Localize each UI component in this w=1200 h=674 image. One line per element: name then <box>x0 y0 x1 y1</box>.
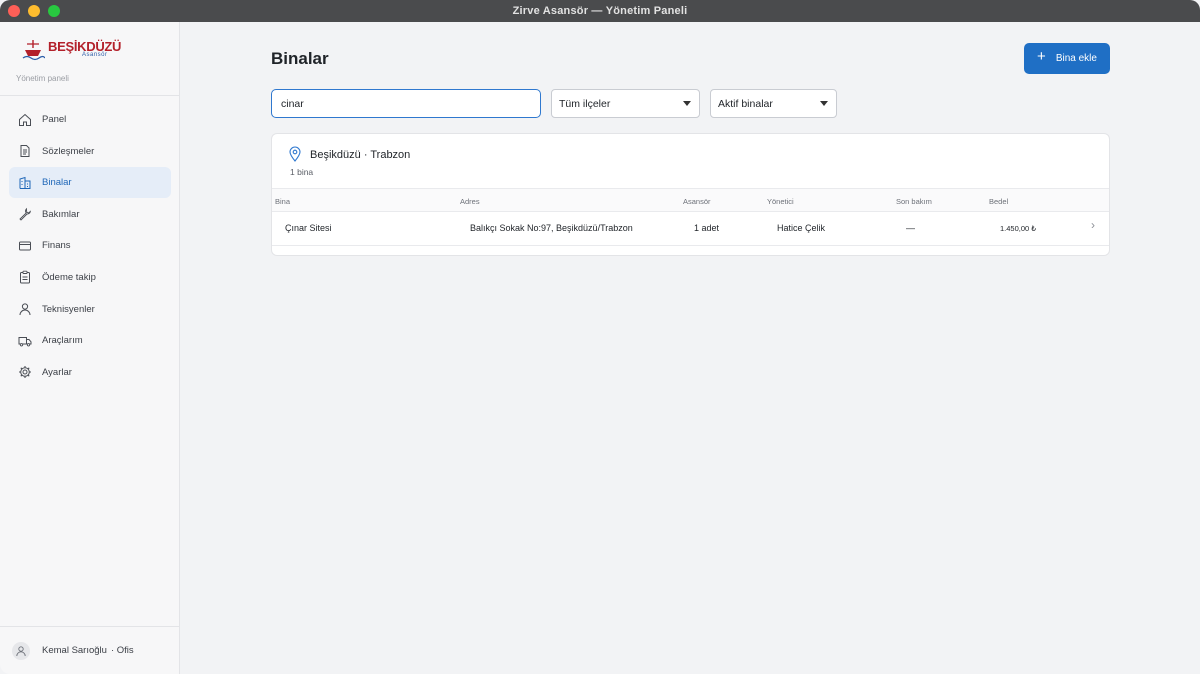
add-building-button[interactable]: + Bina ekle <box>1024 43 1110 74</box>
map-pin-icon <box>289 146 301 162</box>
credit-card-icon <box>17 238 33 254</box>
user-role: · Ofis <box>110 645 134 656</box>
document-icon <box>17 143 33 159</box>
person-icon <box>17 301 33 317</box>
sidebar-item-label: Binalar <box>42 177 72 189</box>
sidebar: BEŞİKDÜZÜ Asansör Yönetim paneli Panel S… <box>0 22 180 674</box>
sidebar-item-label: Teknisyenler <box>42 303 95 315</box>
user-name: Kemal Sarıoğlu <box>42 645 107 656</box>
sidebar-item-finans[interactable]: Finans <box>9 230 171 261</box>
brand-logo: BEŞİKDÜZÜ Asansör <box>16 32 166 72</box>
home-icon <box>17 112 33 128</box>
search-input[interactable] <box>271 89 541 118</box>
minimize-window-button[interactable] <box>28 5 40 17</box>
chevron-right-icon: › <box>1091 218 1095 232</box>
sidebar-item-odeme-takip[interactable]: Ödeme takip <box>9 262 171 293</box>
avatar <box>12 641 30 660</box>
brand-caption: Yönetim paneli <box>16 74 69 83</box>
group-count: 1 bina <box>290 167 314 177</box>
column-header-asansor[interactable]: Asansör <box>683 197 711 206</box>
user-profile[interactable]: Kemal Sarıoğlu · Ofis <box>0 626 180 674</box>
sidebar-divider <box>0 95 180 96</box>
sidebar-item-teknisyenler[interactable]: Teknisyenler <box>9 294 171 325</box>
cell-asansor: 1 adet <box>694 223 720 233</box>
sidebar-item-label: Ödeme takip <box>42 271 96 283</box>
ship-logo-icon <box>22 40 45 61</box>
window-controls <box>8 5 60 17</box>
table-header: Bina Adres Asansör Yönetici Son bakım Be… <box>272 188 1109 212</box>
sidebar-item-araclarim[interactable]: Araçlarım <box>9 325 171 356</box>
status-select-value: Aktif binalar <box>718 97 773 110</box>
sidebar-item-label: Araçlarım <box>42 335 83 347</box>
sidebar-item-ayarlar[interactable]: Ayarlar <box>9 357 171 388</box>
cell-bedel: 1.450,00 ₺ <box>1000 224 1037 233</box>
sidebar-item-binalar[interactable]: Binalar <box>9 167 171 199</box>
group-city: · Trabzon <box>363 149 411 161</box>
sidebar-item-label: Panel <box>42 114 67 125</box>
sidebar-item-bakimlar[interactable]: Bakımlar <box>9 199 171 230</box>
group-title: Beşikdüzü · Trabzon <box>310 149 410 161</box>
sidebar-item-sozlesmeler[interactable]: Sözleşmeler <box>9 136 171 167</box>
column-header-adres[interactable]: Adres <box>460 197 480 206</box>
table-row[interactable]: Çınar Sitesi Balıkçı Sokak No:97, Beşikd… <box>272 212 1109 246</box>
chevron-down-icon <box>683 101 691 106</box>
add-building-label: Bina ekle <box>1055 53 1097 64</box>
column-header-yonetici[interactable]: Yönetici <box>767 197 794 206</box>
plus-icon: + <box>1037 48 1046 65</box>
window-title: Zirve Asansör — Yönetim Paneli <box>512 5 688 17</box>
gear-icon <box>17 364 33 380</box>
sidebar-item-panel[interactable]: Panel <box>9 104 171 135</box>
column-header-son-bakim[interactable]: Son bakım <box>896 197 932 206</box>
brand-subtitle: Asansör <box>82 52 108 58</box>
sidebar-item-label: Ayarlar <box>42 366 72 378</box>
wrench-icon <box>17 206 33 222</box>
sidebar-item-label: Sözleşmeler <box>42 145 95 157</box>
sidebar-nav: Panel Sözleşmeler Binalar Bakımlar Finan… <box>9 104 171 388</box>
group-district: Beşikdüzü <box>310 149 361 161</box>
chevron-down-icon <box>820 101 828 106</box>
cell-yonetici: Hatice Çelik <box>777 223 826 233</box>
cell-bina: Çınar Sitesi <box>285 223 332 233</box>
status-select[interactable]: Aktif binalar <box>710 89 837 118</box>
close-window-button[interactable] <box>8 5 20 17</box>
clipboard-icon <box>17 269 33 285</box>
cell-adres: Balıkçı Sokak No:97, Beşikdüzü/Trabzon <box>470 223 633 233</box>
column-header-bedel[interactable]: Bedel <box>989 197 1008 206</box>
building-icon <box>17 175 33 191</box>
truck-icon <box>17 333 33 349</box>
app-window: Zirve Asansör — Yönetim Paneli BEŞİKDÜZÜ… <box>0 0 1200 674</box>
sidebar-item-label: Bakımlar <box>42 208 80 220</box>
maximize-window-button[interactable] <box>48 5 60 17</box>
sidebar-item-label: Finans <box>42 240 71 252</box>
cell-son-bakim: — <box>906 223 915 233</box>
main-content: Binalar + Bina ekle Tüm ilçeler Aktif bi… <box>181 22 1200 674</box>
building-group-card: Beşikdüzü · Trabzon 1 bina Bina Adres As… <box>271 133 1110 256</box>
page-title: Binalar <box>271 49 329 68</box>
district-select-value: Tüm ilçeler <box>559 97 611 110</box>
title-bar: Zirve Asansör — Yönetim Paneli <box>0 0 1200 22</box>
column-header-bina[interactable]: Bina <box>275 197 290 206</box>
user-icon <box>16 645 26 656</box>
district-select[interactable]: Tüm ilçeler <box>551 89 700 118</box>
